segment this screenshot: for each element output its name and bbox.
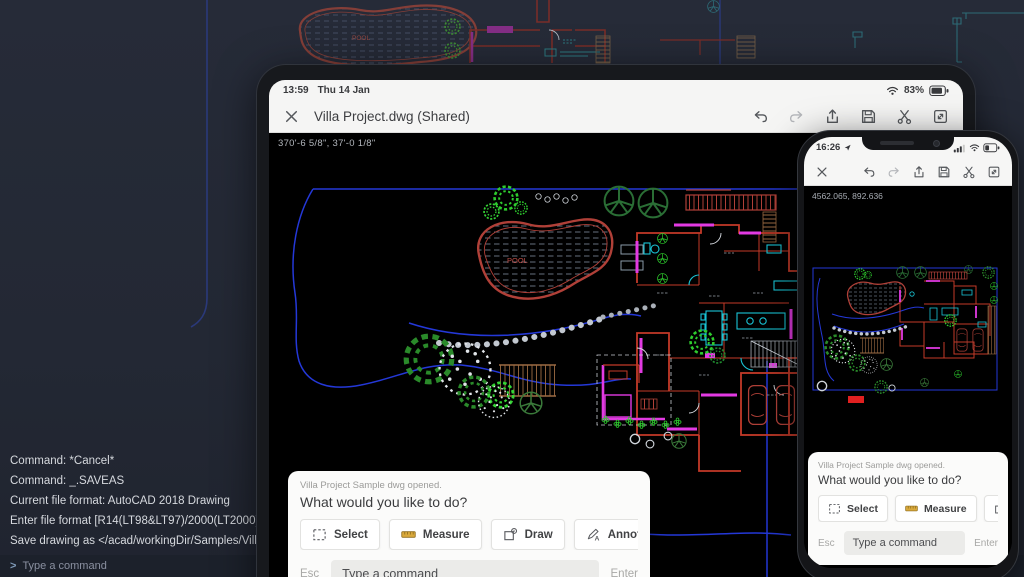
- redo-icon[interactable]: [887, 165, 901, 179]
- command-input[interactable]: Type a command: [331, 560, 598, 577]
- desktop-command-input[interactable]: Type a command: [22, 560, 106, 572]
- measure-label: Measure: [924, 503, 967, 515]
- select-icon: [312, 527, 327, 542]
- enter-key[interactable]: Enter: [974, 538, 998, 549]
- signal-icon: [953, 143, 966, 153]
- iphone-notch: [862, 137, 954, 150]
- ipad-time: 13:59: [283, 85, 309, 96]
- command-line: Command: _.SAVEAS: [10, 471, 286, 491]
- cursor-coordinates: 4562.065, 892.636: [812, 191, 883, 201]
- document-title: Villa Project.dwg (Shared): [314, 109, 738, 124]
- command-input[interactable]: Type a command: [844, 531, 965, 555]
- annotate-label: Annotate: [608, 529, 638, 541]
- battery-icon: [929, 85, 949, 97]
- measure-icon: [905, 502, 918, 515]
- measure-button[interactable]: Measure: [389, 519, 482, 550]
- location-arrow-icon: [843, 143, 852, 152]
- wifi-icon: [886, 84, 899, 97]
- selected-hatch: [848, 396, 864, 403]
- measure-icon: [401, 527, 416, 542]
- draw-icon: [994, 502, 998, 515]
- panel-message: Villa Project Sample dwg opened.: [818, 460, 998, 470]
- iphone-toolbar: [804, 158, 1012, 186]
- enter-key[interactable]: Enter: [611, 568, 639, 577]
- command-prompt-icon: >: [10, 560, 16, 572]
- wifi-icon: [969, 142, 980, 153]
- command-line: Enter file format [R14(LT98&LT97)/2000(L…: [10, 511, 286, 531]
- select-label: Select: [847, 503, 878, 515]
- fullscreen-icon[interactable]: [932, 108, 949, 125]
- draw-button[interactable]: Draw: [984, 495, 998, 522]
- command-row: Esc Type a command Enter: [818, 531, 998, 555]
- measure-button[interactable]: Measure: [895, 495, 977, 522]
- cursor-coordinates: 370'-6 5/8", 37'-0 1/8": [278, 138, 376, 149]
- assist-panel: Villa Project Sample dwg opened. What wo…: [288, 471, 650, 577]
- battery-icon: [983, 143, 1000, 153]
- ipad-title-bar: Villa Project.dwg (Shared): [269, 101, 963, 133]
- panel-question: What would you like to do?: [818, 473, 998, 487]
- close-icon[interactable]: [815, 165, 829, 179]
- hedge-row: [439, 319, 601, 345]
- tool-button-row: Select Measure Draw Annotate: [818, 495, 998, 522]
- command-line: Command: *Cancel*: [10, 451, 286, 471]
- close-icon[interactable]: [283, 108, 300, 125]
- iphone-screen: 16:26: [804, 137, 1012, 568]
- panel-message: Villa Project Sample dwg opened.: [300, 480, 638, 491]
- pergola: [686, 195, 776, 210]
- draw-button[interactable]: Draw: [491, 519, 565, 550]
- select-button[interactable]: Select: [300, 519, 380, 550]
- pool: POOL: [478, 219, 612, 298]
- select-icon: [828, 502, 841, 515]
- save-icon[interactable]: [937, 165, 951, 179]
- assist-panel: Villa Project Sample dwg opened. What wo…: [808, 452, 1008, 565]
- command-line: Current file format: AutoCAD 2018 Drawin…: [10, 491, 286, 511]
- svg-text:POOL: POOL: [507, 256, 528, 265]
- svg-text:POOL: POOL: [352, 35, 370, 42]
- save-icon[interactable]: [860, 108, 877, 125]
- ipad-status-bar: 13:59 Thu 14 Jan 83%: [269, 80, 963, 101]
- esc-key[interactable]: Esc: [300, 568, 319, 577]
- guest-wing: [597, 355, 671, 425]
- esc-key[interactable]: Esc: [818, 538, 835, 549]
- iphone-time: 16:26: [816, 142, 840, 153]
- share-icon[interactable]: [912, 165, 926, 179]
- house-plan: [637, 225, 814, 471]
- annotate-icon: [586, 527, 601, 542]
- desktop: POOL Command: *Cancel* C: [0, 0, 1024, 577]
- share-icon[interactable]: [824, 108, 841, 125]
- select-label: Select: [334, 529, 368, 541]
- iphone-device: 16:26: [797, 130, 1019, 577]
- draw-label: Draw: [525, 529, 553, 541]
- iphone-drawing-canvas[interactable]: 4562.065, 892.636: [804, 186, 1012, 568]
- undo-icon[interactable]: [752, 108, 769, 125]
- trim-scissors-icon[interactable]: [962, 165, 976, 179]
- command-log: Command: *Cancel* Command: _.SAVEAS Curr…: [10, 451, 286, 551]
- measure-label: Measure: [423, 529, 470, 541]
- command-row: Esc Type a command Enter: [300, 560, 638, 577]
- villa-plan-mini: [804, 186, 1012, 476]
- ipad-date: Thu 14 Jan: [318, 85, 370, 96]
- undo-icon[interactable]: [862, 165, 876, 179]
- annotate-button[interactable]: Annotate: [574, 519, 638, 550]
- tool-button-row: Select Measure Draw Annotate: [300, 519, 638, 550]
- fullscreen-icon[interactable]: [987, 165, 1001, 179]
- redo-icon[interactable]: [788, 108, 805, 125]
- select-button[interactable]: Select: [818, 495, 888, 522]
- command-line: Save drawing as </acad/workingDir/Sample…: [10, 531, 286, 551]
- ipad-battery-percent: 83%: [904, 85, 924, 96]
- panel-question: What would you like to do?: [300, 494, 638, 510]
- trim-scissors-icon[interactable]: [896, 108, 913, 125]
- draw-icon: [503, 527, 518, 542]
- bg-pool: POOL: [300, 6, 476, 66]
